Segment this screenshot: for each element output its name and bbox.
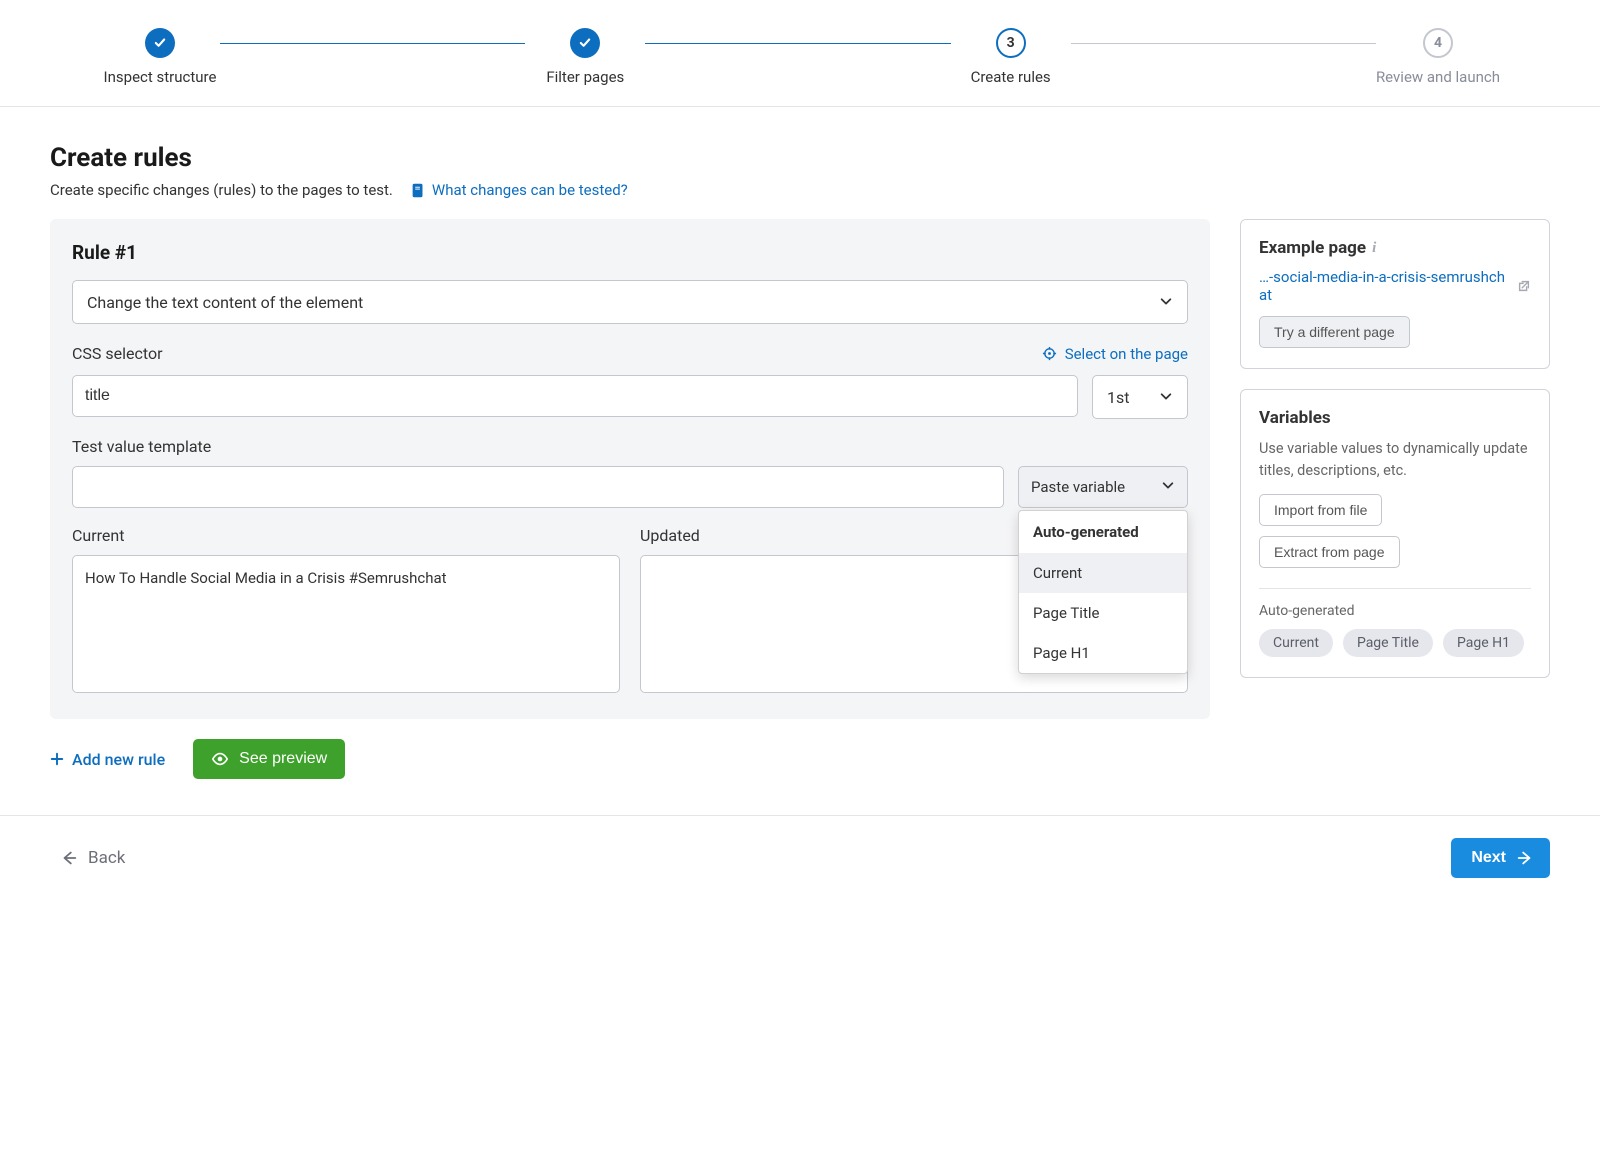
import-from-file-button[interactable]: Import from file — [1259, 494, 1382, 526]
rule-action-select[interactable]: Change the text content of the element — [72, 280, 1188, 324]
dropdown-heading: Auto-generated — [1019, 511, 1187, 553]
add-rule-button[interactable]: Add new rule — [50, 750, 165, 769]
rule-title: Rule #1 — [72, 241, 1188, 264]
step-number: 4 — [1423, 28, 1453, 58]
plus-icon — [50, 752, 64, 766]
eye-icon — [211, 750, 229, 768]
step-label: Create rules — [971, 68, 1051, 86]
step-connector — [645, 43, 950, 44]
divider — [1259, 588, 1531, 589]
target-icon — [1042, 346, 1057, 361]
step-inspect-structure[interactable]: Inspect structure — [100, 28, 220, 86]
current-label: Current — [72, 526, 620, 545]
back-button[interactable]: Back — [60, 848, 125, 868]
step-filter-pages[interactable]: Filter pages — [525, 28, 645, 86]
paste-variable-dropdown: Auto-generated Current Page Title Page H… — [1018, 510, 1188, 674]
variable-tag-page-title[interactable]: Page Title — [1343, 629, 1433, 657]
step-number: 3 — [996, 28, 1026, 58]
external-link-icon — [1517, 279, 1531, 293]
example-page-link[interactable]: …-social-media-in-a-crisis-semrushchat — [1259, 268, 1531, 304]
dropdown-item-page-h1[interactable]: Page H1 — [1019, 633, 1187, 673]
check-icon — [145, 28, 175, 58]
chevron-down-icon — [1159, 388, 1173, 407]
css-selector-input[interactable] — [72, 375, 1078, 417]
page-title: Create rules — [50, 143, 1550, 173]
variables-card: Variables Use variable values to dynamic… — [1240, 389, 1550, 678]
current-value-box: How To Handle Social Media in a Crisis #… — [72, 555, 620, 693]
document-icon — [411, 183, 426, 198]
auto-generated-heading: Auto-generated — [1259, 603, 1531, 619]
step-connector — [220, 43, 525, 44]
stepper: Inspect structure Filter pages 3 Create … — [0, 0, 1600, 107]
step-review-launch[interactable]: 4 Review and launch — [1376, 28, 1500, 86]
dropdown-item-page-title[interactable]: Page Title — [1019, 593, 1187, 633]
css-selector-label: CSS selector — [72, 344, 163, 363]
template-label: Test value template — [72, 437, 1188, 456]
variable-tag-current[interactable]: Current — [1259, 629, 1333, 657]
check-icon — [570, 28, 600, 58]
chevron-down-icon — [1159, 293, 1173, 312]
chevron-down-icon — [1161, 478, 1175, 496]
dropdown-item-current[interactable]: Current — [1019, 553, 1187, 593]
step-label: Inspect structure — [104, 68, 217, 86]
arrow-left-icon — [60, 849, 78, 867]
template-input[interactable] — [72, 466, 1004, 508]
see-preview-button[interactable]: See preview — [193, 739, 345, 779]
paste-variable-button[interactable]: Paste variable — [1018, 466, 1188, 508]
variables-heading: Variables — [1259, 408, 1531, 428]
step-label: Review and launch — [1376, 68, 1500, 86]
ordinal-select[interactable]: 1st — [1092, 375, 1188, 419]
example-page-heading: Example page i — [1259, 238, 1531, 258]
next-button[interactable]: Next — [1451, 838, 1550, 878]
rule-card: Rule #1 Change the text content of the e… — [50, 219, 1210, 719]
step-create-rules[interactable]: 3 Create rules — [951, 28, 1071, 86]
example-page-card: Example page i …-social-media-in-a-crisi… — [1240, 219, 1550, 369]
info-icon[interactable]: i — [1372, 240, 1376, 257]
arrow-right-icon — [1516, 849, 1534, 867]
step-label: Filter pages — [546, 68, 624, 86]
step-connector — [1071, 43, 1376, 44]
page-subtitle: Create specific changes (rules) to the p… — [50, 181, 393, 199]
variables-description: Use variable values to dynamically updat… — [1259, 438, 1531, 482]
try-different-page-button[interactable]: Try a different page — [1259, 316, 1410, 348]
extract-from-page-button[interactable]: Extract from page — [1259, 536, 1400, 568]
variable-tag-page-h1[interactable]: Page H1 — [1443, 629, 1524, 657]
help-link[interactable]: What changes can be tested? — [411, 181, 628, 199]
select-on-page-link[interactable]: Select on the page — [1042, 345, 1188, 363]
